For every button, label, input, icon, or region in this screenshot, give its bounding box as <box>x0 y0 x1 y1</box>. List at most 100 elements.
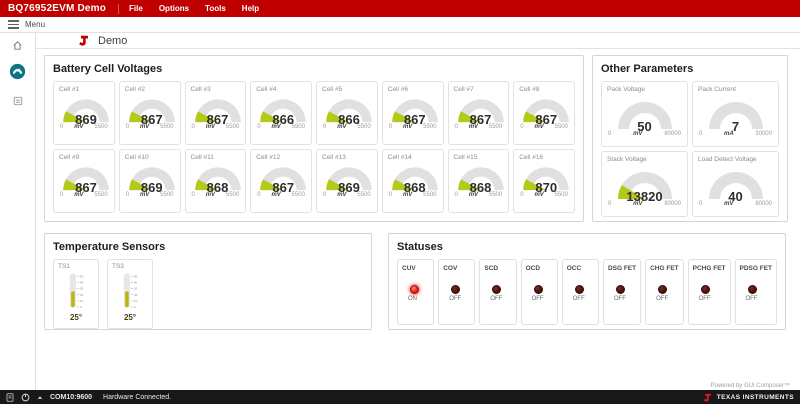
sensor-value: 25° <box>58 313 94 322</box>
parameter-value: 13820 <box>613 190 677 203</box>
parameter-value: 7 <box>704 120 768 133</box>
voltage-gauge: 867 <box>59 164 113 191</box>
sensor-label: TS1 <box>58 263 94 270</box>
voltage-gauge: 866 <box>256 96 310 123</box>
app-title: BQ76952EVM Demo <box>8 3 106 14</box>
status-panel-title: Statuses <box>397 241 777 253</box>
gauge-min: 0 <box>608 131 611 137</box>
main-content: Demo Battery Cell Voltages Cell #1 869 <box>36 33 800 390</box>
caret-icon[interactable] <box>37 395 43 400</box>
cell-voltage-value: 869 <box>125 181 179 194</box>
other-panel-title: Other Parameters <box>601 63 779 75</box>
menubar-item[interactable]: File <box>129 4 143 13</box>
status-card: CHG FET OFF <box>645 259 684 325</box>
parameter-label: Stack Voltage <box>607 156 682 163</box>
status-led-icon <box>701 285 710 294</box>
parameter-gauge-card: Pack Voltage 50 0 mV 80000 <box>601 81 688 147</box>
cell-voltage-card: Cell #7 867 0 mV 5500 <box>448 81 510 145</box>
status-label: COV <box>443 265 470 272</box>
status-label: PCHG FET <box>693 265 726 272</box>
status-state: OFF <box>656 296 679 302</box>
status-state: OFF <box>699 296 726 302</box>
voltage-gauge: 869 <box>125 164 179 191</box>
svg-text:50: 50 <box>134 274 138 278</box>
cell-voltage-value: 867 <box>256 181 310 194</box>
ti-logo-icon <box>703 393 713 402</box>
cell-label: Cell #12 <box>256 154 306 161</box>
temperature-sensor-card: TS3 50403020100 25° <box>107 259 153 329</box>
sidebar-item-registers[interactable] <box>13 96 23 106</box>
parameter-gauge: 40 <box>704 168 768 200</box>
thermometer-icon: 50403020100 <box>115 271 145 313</box>
cell-label: Cell #15 <box>454 154 504 161</box>
status-state: OFF <box>490 296 511 302</box>
cell-voltage-value: 867 <box>388 113 442 126</box>
cell-voltage-card: Cell #4 866 0 mV 5500 <box>250 81 312 145</box>
menu-toggle-label[interactable]: Menu <box>25 20 45 29</box>
menubar-item[interactable]: Tools <box>205 4 226 13</box>
voltage-gauge: 867 <box>454 96 508 123</box>
hardware-status-label: Hardware Connected. <box>103 394 171 401</box>
log-icon[interactable] <box>6 393 14 402</box>
sensor-label: TS3 <box>112 263 148 270</box>
sidebar <box>0 33 36 390</box>
svg-text:40: 40 <box>134 280 138 284</box>
cell-label: Cell #14 <box>388 154 438 161</box>
voltage-gauge: 866 <box>322 96 376 123</box>
status-label: OCD <box>526 265 553 272</box>
app-header: BQ76952EVM Demo File Options Tools Help <box>0 0 800 17</box>
parameter-gauge-card: Stack Voltage 13820 0 mV 80000 <box>601 151 688 217</box>
svg-text:30: 30 <box>134 287 138 291</box>
parameter-gauge: 50 <box>613 98 677 130</box>
connection-toggle-icon[interactable] <box>21 393 30 402</box>
parameter-value: 40 <box>704 190 768 203</box>
cell-label: Cell #13 <box>322 154 372 161</box>
status-led-icon <box>534 285 543 294</box>
status-label: CUV <box>402 265 429 272</box>
ti-bug-icon <box>78 35 91 46</box>
svg-text:50: 50 <box>80 274 84 278</box>
cell-voltage-card: Cell #6 867 0 mV 5500 <box>382 81 444 145</box>
status-state: OFF <box>573 296 594 302</box>
cell-voltage-value: 866 <box>256 113 310 126</box>
menubar-item[interactable]: Help <box>242 4 259 13</box>
gauge-min: 0 <box>608 201 611 207</box>
status-card: PCHG FET OFF <box>688 259 731 325</box>
battery-panel-title: Battery Cell Voltages <box>53 63 575 75</box>
cell-voltage-value: 869 <box>59 113 113 126</box>
voltage-gauge: 868 <box>191 164 245 191</box>
brand-name: Texas Instruments <box>717 394 794 401</box>
status-card: PDSG FET OFF <box>735 259 778 325</box>
status-card: SCD OFF <box>479 259 516 325</box>
temp-panel-title: Temperature Sensors <box>53 241 363 253</box>
status-led-icon <box>658 285 667 294</box>
status-led-icon <box>492 285 501 294</box>
menubar-item[interactable]: Options <box>159 4 189 13</box>
connection-status-bar: COM10:9600 Hardware Connected. Texas Ins… <box>0 390 800 404</box>
cell-voltage-card: Cell #2 867 0 mV 5500 <box>119 81 181 145</box>
cell-voltage-value: 867 <box>191 113 245 126</box>
sidebar-item-demo[interactable] <box>9 63 26 80</box>
hamburger-icon[interactable] <box>8 18 19 31</box>
cell-voltage-card: Cell #9 867 0 mV 5500 <box>53 149 115 213</box>
cell-voltage-value: 867 <box>125 113 179 126</box>
parameter-gauge-card: Load Detect Voltage 40 0 mV 80000 <box>692 151 779 217</box>
svg-text:10: 10 <box>134 299 138 303</box>
sidebar-item-home[interactable] <box>12 40 23 51</box>
status-row: CUV ON COV OFF SCD OFF <box>397 259 777 325</box>
status-card: OCD OFF <box>521 259 558 325</box>
demo-gauge-icon <box>9 63 26 80</box>
other-parameters-panel: Other Parameters Pack Voltage 50 <box>592 55 788 222</box>
cell-voltage-value: 868 <box>388 181 442 194</box>
gauge-min: 0 <box>699 201 702 207</box>
com-port-label: COM10:9600 <box>50 394 92 401</box>
sensor-value: 25° <box>112 313 148 322</box>
status-label: CHG FET <box>650 265 679 272</box>
status-led-icon <box>616 285 625 294</box>
status-led-icon <box>451 285 460 294</box>
cell-voltage-value: 868 <box>454 181 508 194</box>
statuses-panel: Statuses CUV ON COV OFF <box>388 233 786 330</box>
cell-voltage-value: 866 <box>322 113 376 126</box>
status-state: OFF <box>614 296 636 302</box>
cell-voltage-card: Cell #12 867 0 mV 5500 <box>250 149 312 213</box>
